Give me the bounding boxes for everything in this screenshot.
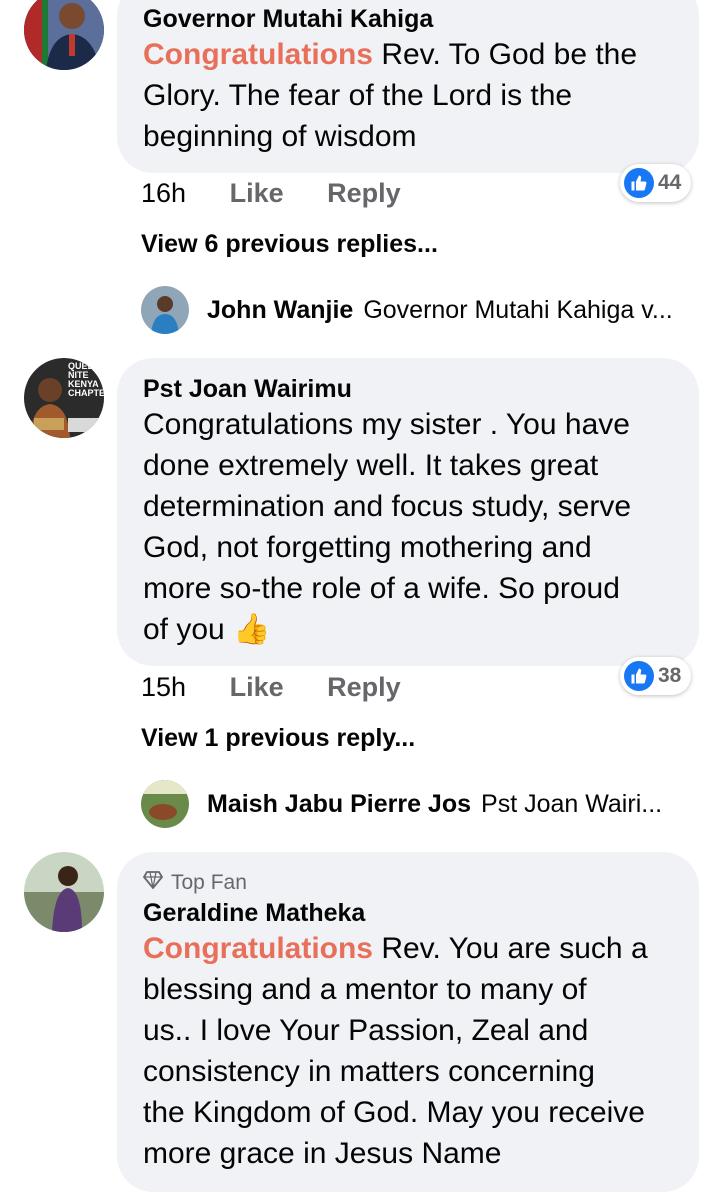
comment-bubble: Top Fan Geraldine Matheka Congratulation… (117, 852, 699, 1192)
highlight-word: Congratulations (143, 932, 373, 965)
reply-author: John Wanjie (207, 295, 354, 324)
reaction-count[interactable]: 44 (620, 164, 692, 202)
like-button[interactable]: Like (230, 178, 284, 208)
like-reaction-icon (624, 661, 654, 691)
latest-reply-preview[interactable]: John Wanjie Governor Mutahi Kahiga v... (141, 286, 673, 334)
top-fan-badge: Top Fan (142, 868, 673, 898)
comment-actions: 15h Like Reply (141, 672, 401, 703)
comment-bubble: Governor Mutahi Kahiga Congratulations R… (117, 0, 699, 173)
comment-time[interactable]: 16h (141, 178, 186, 208)
comment-author[interactable]: Pst Joan Wairimu (143, 374, 673, 404)
view-previous-replies[interactable]: View 6 previous replies... (141, 230, 438, 259)
reply-button[interactable]: Reply (327, 178, 401, 208)
diamond-icon (142, 868, 164, 898)
comment-author[interactable]: Geraldine Matheka (143, 898, 673, 928)
comment-text: Congratulations Rev. You are such a bles… (143, 932, 648, 1170)
like-button[interactable]: Like (230, 672, 284, 702)
comment-actions: 16h Like Reply (141, 178, 401, 209)
reply-avatar (141, 780, 189, 828)
reply-avatar (141, 286, 189, 334)
reply-text: Governor Mutahi Kahiga v... (363, 295, 673, 324)
reply-button[interactable]: Reply (327, 672, 401, 702)
comment-bubble: Pst Joan Wairimu Congratulations my sist… (117, 358, 699, 666)
commenter-avatar[interactable] (24, 0, 104, 70)
view-previous-replies[interactable]: View 1 previous reply... (141, 724, 415, 753)
latest-reply-preview[interactable]: Maish Jabu Pierre Jos Pst Joan Wairi... (141, 780, 662, 828)
comment-author[interactable]: Governor Mutahi Kahiga (143, 4, 673, 34)
commenter-avatar[interactable] (24, 852, 104, 932)
comment-time[interactable]: 15h (141, 672, 186, 702)
highlight-word: Congratulations (143, 38, 373, 71)
reaction-count[interactable]: 38 (620, 657, 692, 695)
reply-author: Maish Jabu Pierre Jos (207, 789, 472, 818)
commenter-avatar[interactable]: QUEEN NITE KENYA CHAPTER (24, 358, 104, 438)
avatar-text: QUEEN NITE KENYA CHAPTER (68, 361, 104, 398)
comment-text: Congratulations my sister . You have don… (143, 408, 632, 646)
reply-text: Pst Joan Wairi... (481, 789, 663, 818)
comment-text: Congratulations Rev. To God be the Glory… (143, 38, 638, 153)
like-reaction-icon (624, 168, 654, 198)
